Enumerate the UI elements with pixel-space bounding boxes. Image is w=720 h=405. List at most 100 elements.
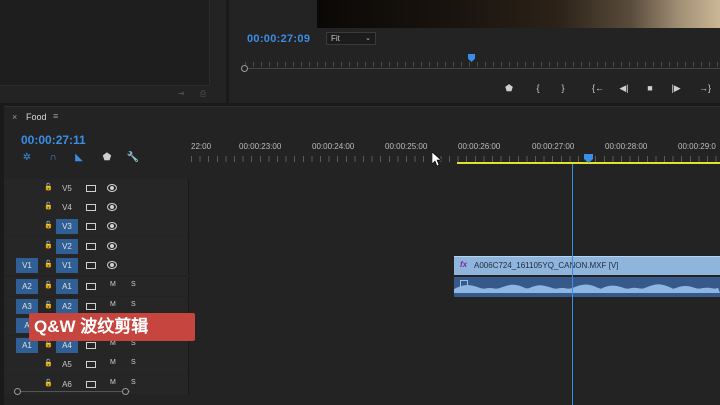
export-frame-icon[interactable]: ⎙ xyxy=(198,90,208,98)
solo-button[interactable]: S xyxy=(131,359,136,366)
toggle-sync-icon[interactable] xyxy=(86,381,96,388)
video-clip[interactable]: fx A006C724_161105YQ_CANON.MXF [V] xyxy=(454,256,720,275)
toggle-sync-icon[interactable] xyxy=(86,223,96,230)
program-timecode[interactable]: 00:00:27:09 xyxy=(247,33,310,45)
toggle-sync-icon[interactable] xyxy=(86,243,96,250)
track-header: 🔓 V5 xyxy=(4,179,189,198)
mouse-cursor-icon xyxy=(432,152,442,166)
add-marker-icon[interactable]: ◣ xyxy=(72,152,86,164)
toggle-sync-icon[interactable] xyxy=(86,361,96,368)
video-track-v4: 🔓 V4 xyxy=(4,198,720,217)
solo-button[interactable]: S xyxy=(131,301,136,308)
eye-icon[interactable] xyxy=(107,222,117,230)
eye-icon[interactable] xyxy=(107,261,117,269)
source-patch[interactable]: A2 xyxy=(16,279,38,294)
source-monitor-viewport xyxy=(0,0,210,86)
marker-icon[interactable]: ⬟ xyxy=(502,82,516,94)
fit-select-value: Fit xyxy=(331,34,340,43)
program-scrub-bar[interactable] xyxy=(241,58,720,72)
go-to-out-icon[interactable]: →} xyxy=(698,82,712,94)
scrollbar-right-handle[interactable] xyxy=(122,388,129,395)
toggle-sync-icon[interactable] xyxy=(86,283,96,290)
track-name[interactable]: V1 xyxy=(56,258,78,273)
lock-icon[interactable]: 🔓 xyxy=(44,183,53,193)
mute-button[interactable]: M xyxy=(110,340,116,347)
track-lane[interactable] xyxy=(191,297,720,316)
mute-button[interactable]: M xyxy=(110,359,116,366)
timeline-ruler[interactable]: 22:00 00:00:23:00 00:00:24:00 00:00:25:00 00… xyxy=(191,135,720,169)
program-video-frame xyxy=(317,0,720,28)
timeline-tab[interactable]: × Food ≡ xyxy=(4,107,720,127)
fit-select[interactable]: Fit ⌄ xyxy=(326,32,376,45)
lock-icon[interactable]: 🔓 xyxy=(44,221,53,231)
timeline-horizontal-scrollbar[interactable] xyxy=(14,388,130,395)
program-zoom-handle[interactable] xyxy=(241,65,248,72)
mute-button[interactable]: M xyxy=(110,281,116,288)
step-back-icon[interactable]: ◀| xyxy=(617,82,631,94)
track-lane[interactable] xyxy=(191,355,720,374)
wrench-icon[interactable]: 🔧 xyxy=(126,152,140,164)
insert-icon[interactable]: ⇥ xyxy=(176,90,186,98)
lock-icon[interactable]: 🔓 xyxy=(44,340,53,350)
ruler-label: 22:00 xyxy=(191,142,212,151)
ruler-label: 00:00:28:00 xyxy=(605,142,648,151)
mute-button[interactable]: M xyxy=(110,301,116,308)
chevron-down-icon: ⌄ xyxy=(365,35,371,42)
track-name[interactable]: V4 xyxy=(56,200,78,215)
lock-icon[interactable]: 🔓 xyxy=(44,241,53,251)
marker-icon[interactable]: ⬟ xyxy=(100,152,114,164)
scrollbar-left-handle[interactable] xyxy=(14,388,21,395)
source-patch[interactable]: V1 xyxy=(16,258,38,273)
mark-in-icon[interactable]: { xyxy=(531,82,545,94)
track-lane[interactable] xyxy=(191,375,720,394)
track-lane[interactable] xyxy=(191,198,720,217)
sequence-name[interactable]: Food xyxy=(26,112,47,122)
track-lane[interactable] xyxy=(191,316,720,335)
lock-icon[interactable]: 🔓 xyxy=(44,260,53,270)
mark-out-icon[interactable]: } xyxy=(556,82,570,94)
toggle-sync-icon[interactable] xyxy=(86,204,96,211)
source-patch[interactable]: A3 xyxy=(16,299,38,314)
track-name[interactable]: V5 xyxy=(56,181,78,196)
lock-icon[interactable]: 🔓 xyxy=(44,281,53,291)
go-to-in-icon[interactable]: {← xyxy=(591,82,605,94)
solo-button[interactable]: S xyxy=(131,379,136,386)
track-name[interactable]: V2 xyxy=(56,239,78,254)
toggle-sync-icon[interactable] xyxy=(86,342,96,349)
track-lane[interactable] xyxy=(191,179,720,198)
mute-button[interactable]: M xyxy=(110,379,116,386)
close-icon[interactable]: × xyxy=(12,112,17,122)
toggle-sync-icon[interactable] xyxy=(86,185,96,192)
lock-icon[interactable]: 🔓 xyxy=(44,359,53,369)
eye-icon[interactable] xyxy=(107,242,117,250)
playhead-line xyxy=(572,164,573,405)
track-name[interactable]: A1 xyxy=(56,279,78,294)
audio-clip[interactable] xyxy=(454,277,720,297)
timeline-timecode[interactable]: 00:00:27:11 xyxy=(21,133,86,147)
panel-menu-icon[interactable]: ≡ xyxy=(53,111,58,121)
step-forward-icon[interactable]: |▶ xyxy=(669,82,683,94)
track-lane[interactable] xyxy=(191,237,720,256)
stop-icon[interactable]: ■ xyxy=(643,82,657,94)
snap-icon[interactable]: ✲ xyxy=(20,152,34,164)
ruler-label: 00:00:25:00 xyxy=(385,142,428,151)
track-header: 🔓 V4 xyxy=(4,198,189,217)
audio-track-a5: 🔓 A5 M S xyxy=(4,355,720,374)
eye-icon[interactable] xyxy=(107,184,117,192)
eye-icon[interactable] xyxy=(107,203,117,211)
toggle-sync-icon[interactable] xyxy=(86,262,96,269)
track-name[interactable]: A5 xyxy=(56,357,78,372)
lock-icon[interactable]: 🔓 xyxy=(44,301,53,311)
linked-selection-icon[interactable]: ∩ xyxy=(46,152,60,164)
lock-icon[interactable]: 🔓 xyxy=(44,202,53,212)
solo-button[interactable]: S xyxy=(131,281,136,288)
track-name[interactable]: A2 xyxy=(56,299,78,314)
video-track-v5: 🔓 V5 xyxy=(4,179,720,198)
track-lane[interactable] xyxy=(191,336,720,355)
toggle-sync-icon[interactable] xyxy=(86,303,96,310)
track-name[interactable]: A6 xyxy=(56,377,78,392)
track-lane[interactable] xyxy=(191,217,720,236)
lock-icon[interactable]: 🔓 xyxy=(44,379,53,389)
solo-button[interactable]: S xyxy=(131,340,136,347)
track-name[interactable]: V3 xyxy=(56,219,78,234)
